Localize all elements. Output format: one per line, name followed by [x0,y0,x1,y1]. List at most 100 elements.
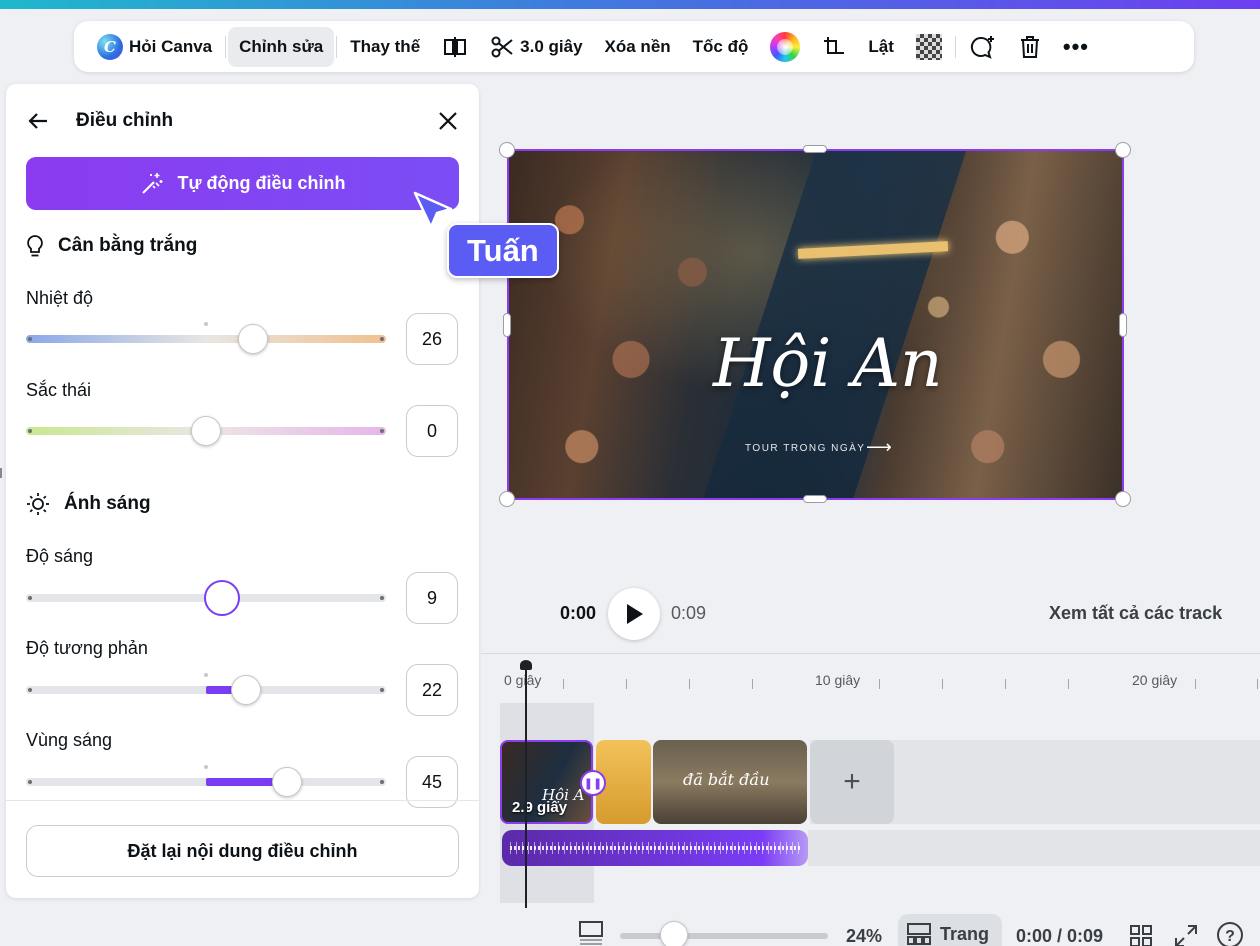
transparency-button[interactable] [905,27,953,67]
back-arrow-icon[interactable] [26,109,50,133]
crop-icon [824,36,845,54]
contrast-value[interactable]: 22 [406,664,458,716]
resize-handle[interactable] [803,145,827,153]
add-comment-button[interactable] [958,27,1008,67]
ruler-label: 0 giây [504,672,542,688]
flip-button[interactable]: Lật [857,27,905,67]
play-button[interactable] [608,588,660,640]
pages-button[interactable]: Trang [898,914,1002,946]
zoom-level[interactable]: 24% [846,926,882,946]
ruler-tick [689,679,690,689]
audio-waveform [510,846,802,850]
tint-slider[interactable] [26,416,386,446]
transition-button[interactable]: ❚❚ [580,770,606,796]
temperature-label: Nhiệt độ [26,288,94,308]
ruler-label: 20 giây [1132,672,1178,688]
edge-marker [0,468,2,478]
auto-adjust-button[interactable]: Tự động điều chỉnh [26,157,459,210]
ruler-tick [563,679,564,689]
slider-end-dot [28,780,32,784]
slider-end-dot [28,429,32,433]
help-icon[interactable]: ? [1216,921,1244,946]
ruler-tick [1068,679,1069,689]
contrast-slider[interactable] [26,673,386,705]
trim-button[interactable] [431,27,479,67]
fullscreen-icon[interactable] [1174,924,1198,946]
resize-handle[interactable] [503,313,511,337]
resize-handle[interactable] [1115,491,1131,507]
color-button[interactable] [759,27,811,67]
remove-bg-label: Xóa nền [604,36,671,56]
tint-knob[interactable] [191,416,221,446]
ruler-label: 10 giây [815,672,861,688]
highlights-slider[interactable] [26,765,386,797]
audio-clip[interactable] [502,830,808,866]
zoom-knob[interactable] [660,921,688,946]
speed-button[interactable]: Tốc độ [682,27,760,67]
clip-text-overlay: đã bắt đầu [683,770,770,789]
highlights-knob[interactable] [272,767,302,797]
temperature-value[interactable]: 26 [406,313,458,365]
more-button[interactable]: ••• [1052,27,1100,67]
timeline-clip[interactable]: đã bắt đầu [653,740,807,824]
lightbulb-icon [27,235,43,257]
close-icon[interactable] [437,110,459,132]
context-toolbar: C Hỏi Canva Chỉnh sửa Thay thế 3.0 giây … [74,21,1194,72]
temperature-knob[interactable] [237,324,268,354]
remove-background-button[interactable]: Xóa nền [594,27,682,67]
add-clip-button[interactable]: + [810,740,894,824]
slider-end-dot [28,688,32,692]
ruler-tick [1195,679,1196,689]
trash-icon [1020,35,1039,58]
resize-handle[interactable] [1115,142,1131,158]
reset-adjustments-button[interactable]: Đặt lại nội dung điều chỉnh [26,825,459,877]
pages-icon [907,923,931,945]
comment-add-icon [970,35,994,59]
brightness-value[interactable]: 9 [406,572,458,624]
panel-divider [6,800,479,801]
brightness-slider[interactable] [26,580,386,616]
more-icon: ••• [1062,33,1089,59]
slider-end-dot [380,780,384,784]
ruler-tick [879,679,880,689]
brightness-knob[interactable] [204,580,241,616]
edit-button[interactable]: Chỉnh sửa [228,26,335,67]
ask-canva-label: Hỏi Canva [129,36,213,56]
resize-handle[interactable] [803,495,827,503]
contrast-knob[interactable] [230,675,261,705]
resize-handle[interactable] [499,142,515,158]
temperature-slider[interactable] [26,322,386,354]
split-duration-label: 3.0 giây [520,36,583,56]
edit-label: Chỉnh sửa [239,36,324,56]
slider-end-dot [28,596,32,600]
contrast-label: Độ tương phản [26,638,148,658]
ruler-tick [1257,679,1258,689]
tint-value[interactable]: 0 [406,405,458,457]
zoom-slider[interactable] [620,933,828,939]
grid-view-icon[interactable] [1129,924,1153,946]
crop-button[interactable] [811,27,857,67]
play-icon [627,604,643,624]
plus-icon: + [843,765,861,798]
adjust-panel: Điều chỉnh Tự động điều chỉnh Cân bằng t… [6,84,479,898]
resize-handle[interactable] [499,491,515,507]
white-balance-title: Cân bằng trắng [58,235,198,256]
resize-handle[interactable] [1119,313,1127,337]
ruler-tick [1005,679,1006,689]
panel-header: Điều chỉnh [26,106,459,136]
slider-center-tick [204,673,208,677]
ask-canva-button[interactable]: C Hỏi Canva [86,27,223,67]
auto-adjust-label: Tự động điều chỉnh [177,173,346,193]
replace-button[interactable]: Thay thế [339,27,431,67]
highlights-label: Vùng sáng [26,730,113,750]
total-time: 0:09 [671,603,707,623]
selection-frame [507,149,1124,500]
notes-icon[interactable] [578,920,604,946]
split-button[interactable]: 3.0 giây [479,27,593,67]
see-all-tracks-button[interactable]: Xem tất cả các track [1049,603,1222,624]
tint-label: Sắc thái [26,380,92,400]
delete-button[interactable] [1008,27,1052,67]
speed-label: Tốc độ [692,36,749,56]
sun-icon [27,493,49,515]
playhead[interactable] [525,668,527,908]
